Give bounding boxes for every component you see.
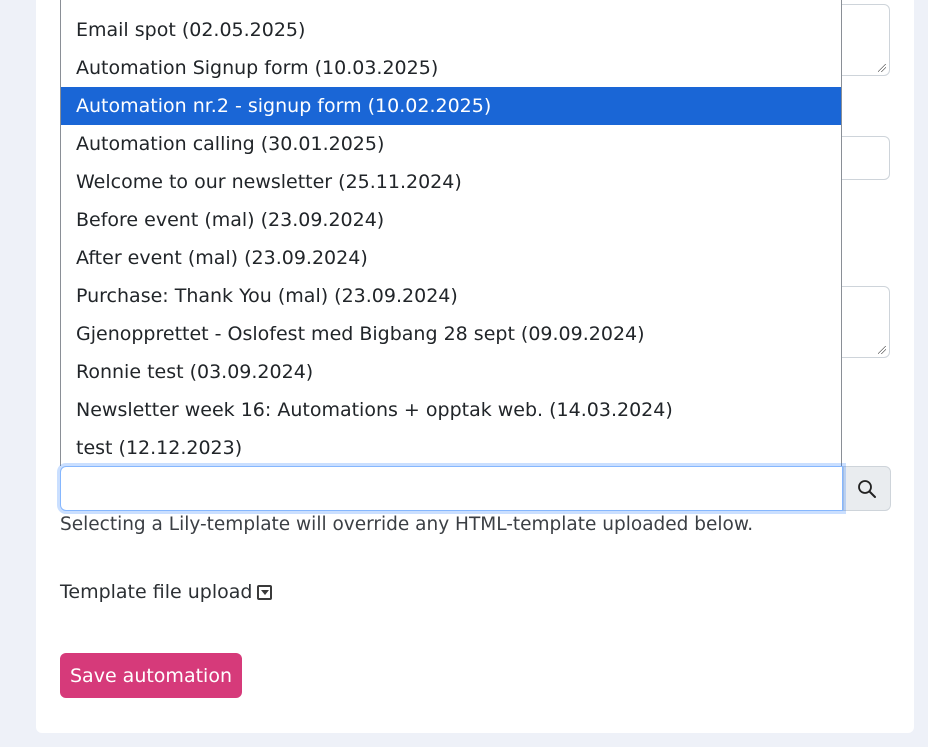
dropdown-option[interactable]: Automation Signup form (10.03.2025) — [61, 49, 841, 87]
resize-handle[interactable] — [878, 64, 886, 72]
template-file-upload-toggle[interactable]: Template file upload — [60, 578, 273, 606]
dropdown-option[interactable]: After event (mal) (23.09.2024) — [61, 239, 841, 277]
dropdown-option[interactable]: Automation nr.2 - signup form (10.02.202… — [61, 87, 841, 125]
dropdown-option[interactable]: Email spot (02.05.2025) — [61, 11, 841, 49]
dropdown-option[interactable]: Welcome to our newsletter (25.11.2024) — [61, 163, 841, 201]
template-dropdown-list[interactable]: Email spot (02.05.2025) Automation Signup… — [60, 0, 842, 466]
dropdown-option[interactable]: Gjenopprettet - Oslofest med Bigbang 28 … — [61, 315, 841, 353]
dropdown-option[interactable]: Purchase: Thank You (mal) (23.09.2024) — [61, 277, 841, 315]
dropdown-option[interactable]: test (12.12.2023) — [61, 429, 841, 466]
search-button[interactable] — [843, 466, 891, 511]
search-icon — [858, 479, 876, 498]
template-help-text: Selecting a Lily-template will override … — [60, 514, 754, 535]
template-search-input[interactable] — [60, 466, 843, 511]
dropdown-option-partial[interactable] — [61, 0, 841, 11]
save-automation-button[interactable]: Save automation — [60, 653, 242, 698]
resize-handle[interactable] — [878, 346, 886, 354]
dropdown-option[interactable]: Newsletter week 16: Automations + opptak… — [61, 391, 841, 429]
dropdown-option[interactable]: Ronnie test (03.09.2024) — [61, 353, 841, 391]
template-search-group — [60, 466, 891, 511]
dropdown-option[interactable]: Automation calling (30.01.2025) — [61, 125, 841, 163]
dropdown-option[interactable]: Before event (mal) (23.09.2024) — [61, 201, 841, 239]
caret-down-icon — [257, 584, 273, 600]
template-file-upload-label: Template file upload — [60, 581, 253, 603]
